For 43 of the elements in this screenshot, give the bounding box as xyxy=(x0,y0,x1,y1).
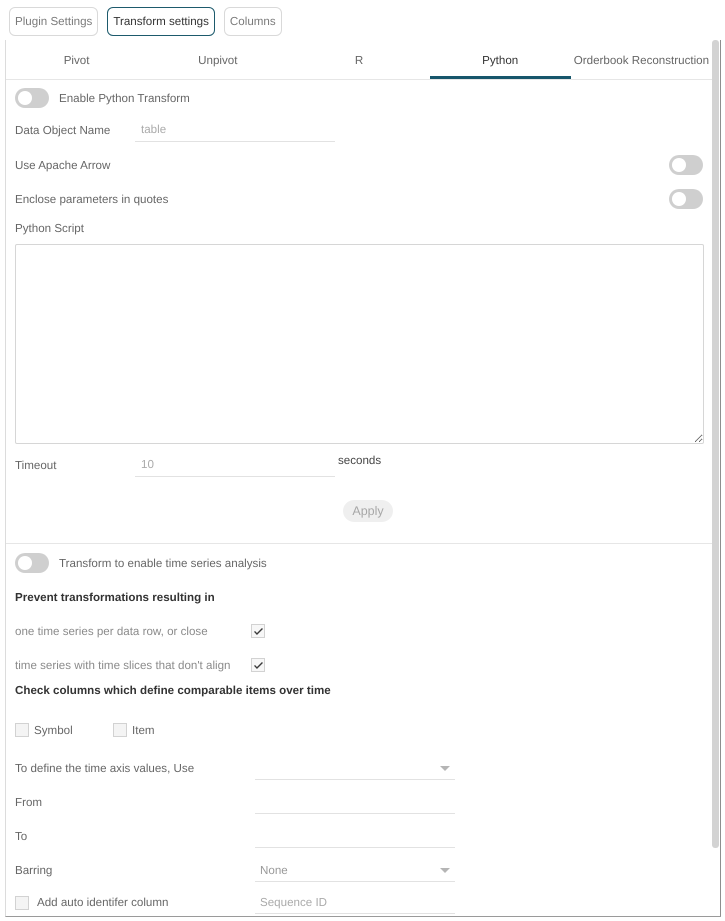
scrollbar[interactable] xyxy=(712,40,721,916)
transform-tab[interactable]: Unpivot xyxy=(147,48,288,79)
checkbox-label: Symbol xyxy=(34,724,73,736)
field-label: Data Object Name xyxy=(15,124,110,136)
checkbox-label: Add auto identifer column xyxy=(37,896,168,909)
caret-icon xyxy=(440,868,450,872)
checkbox[interactable] xyxy=(15,723,29,737)
field-label: Python Script xyxy=(15,222,84,234)
option-label: time series with time slices that don't align xyxy=(15,658,230,672)
script-input[interactable] xyxy=(15,244,704,444)
toggle-label: Transform to enable time series analysis xyxy=(59,556,267,570)
scrollbar-thumb[interactable] xyxy=(712,40,719,848)
settings-tab-button[interactable]: Columns xyxy=(224,7,282,36)
checkmark-icon xyxy=(254,662,262,668)
checkbox[interactable] xyxy=(15,896,29,910)
toggle-label: Enable Python Transform xyxy=(59,92,190,104)
checkbox[interactable] xyxy=(113,723,127,737)
checkmark-icon xyxy=(254,628,262,634)
apache-arrow-toggle[interactable] xyxy=(669,155,703,175)
transform-tab[interactable]: Orderbook Reconstruction xyxy=(570,48,712,79)
transform-tab[interactable]: Pivot xyxy=(6,48,148,79)
transform-tab[interactable]: Python xyxy=(430,48,571,79)
field-label: To xyxy=(15,830,28,843)
caret-icon xyxy=(440,766,450,770)
settings-tab-button[interactable]: Plugin Settings xyxy=(9,7,98,36)
field-label: Barring xyxy=(15,864,52,877)
checkbox[interactable] xyxy=(251,658,265,672)
field-label: Timeout xyxy=(15,459,56,472)
section-heading: Check columns which define comparable items over time xyxy=(15,684,331,696)
settings-tab-button[interactable]: Transform settings xyxy=(107,7,215,36)
section-heading: Prevent transformations resulting in xyxy=(15,590,215,604)
enclose-quotes-toggle[interactable] xyxy=(669,189,703,209)
option-label: one time series per data row, or close xyxy=(15,624,208,638)
field-label: To define the time axis values, Use xyxy=(15,762,194,775)
unit-label: seconds xyxy=(338,453,382,469)
time-series-toggle[interactable] xyxy=(15,553,49,573)
checkbox-label: Item xyxy=(132,724,155,736)
field-label: From xyxy=(15,796,42,809)
transform-tab[interactable]: R xyxy=(288,48,430,79)
setting-label: Use Apache Arrow xyxy=(15,158,110,172)
checkbox[interactable] xyxy=(251,624,265,638)
enable-python-toggle[interactable] xyxy=(15,88,49,108)
setting-label: Enclose parameters in quotes xyxy=(15,192,168,206)
